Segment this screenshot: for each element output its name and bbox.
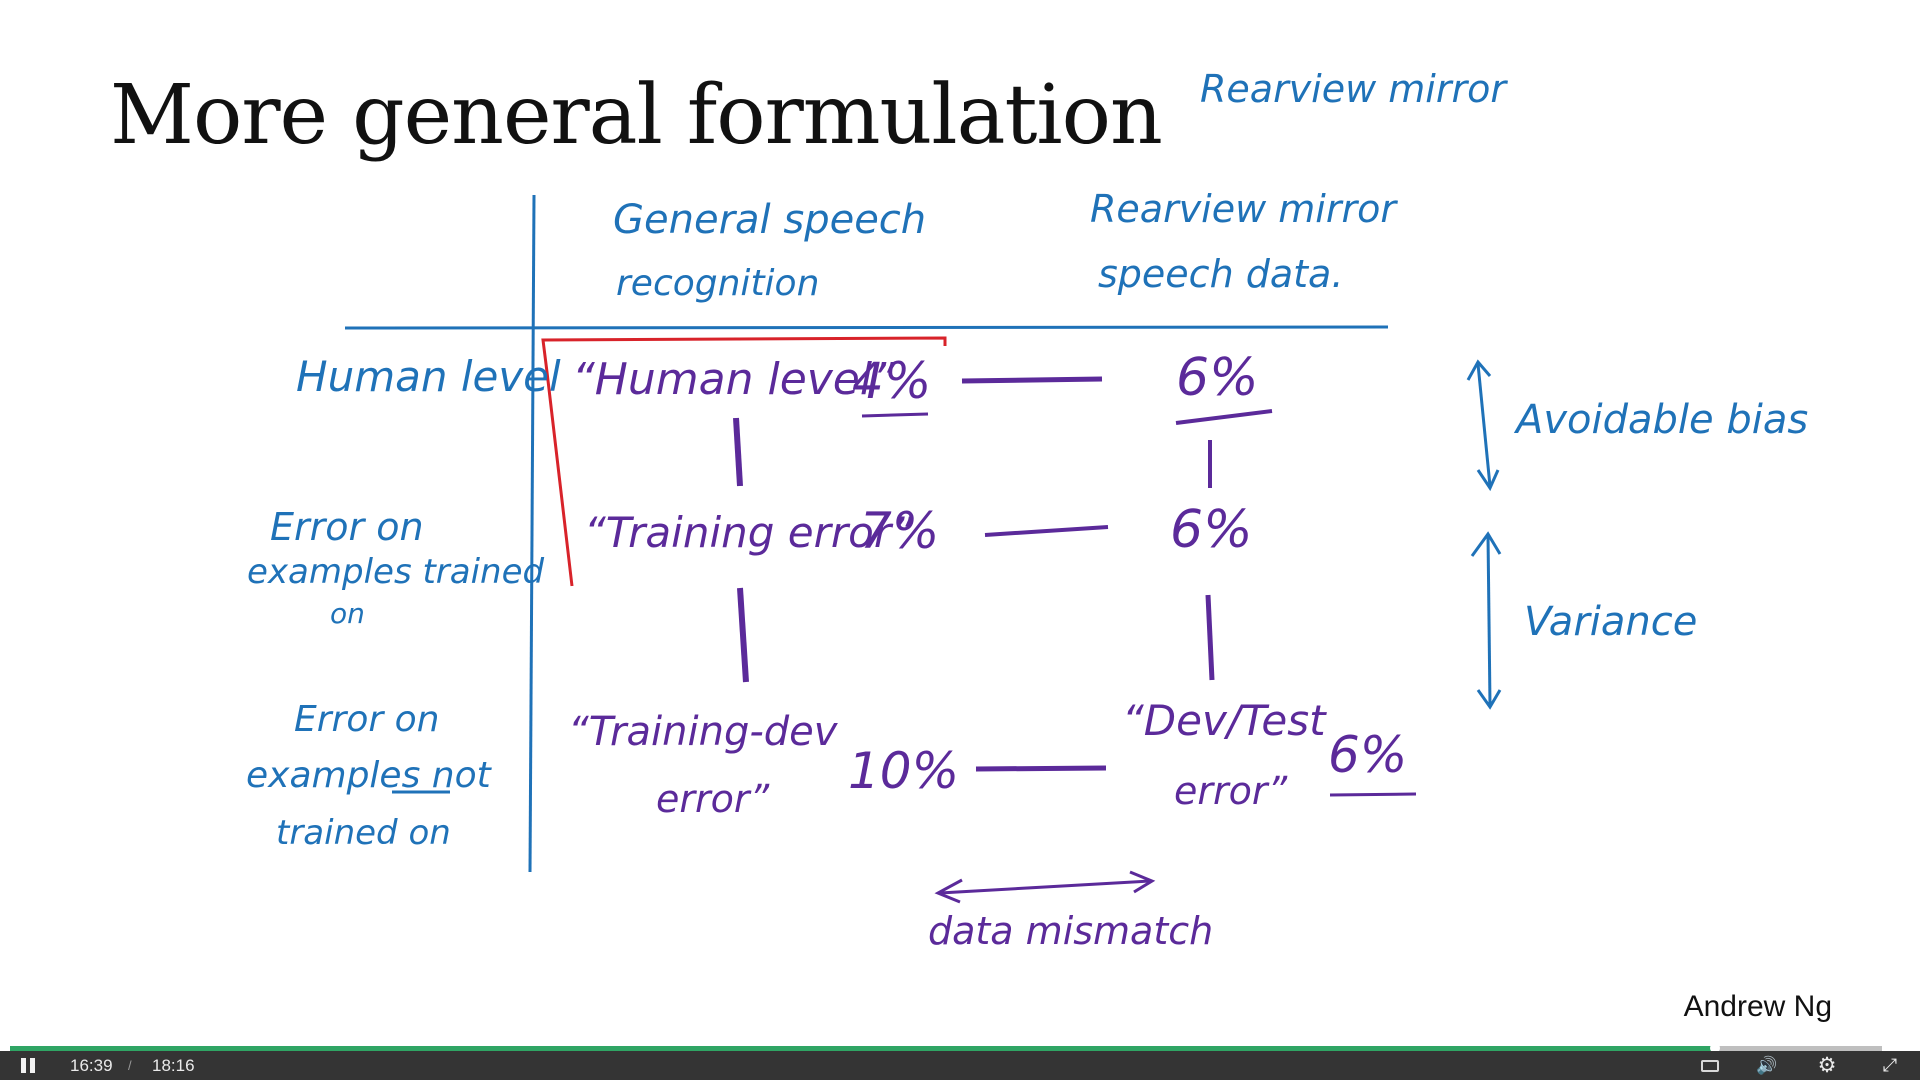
data-mismatch-arrow <box>934 870 1156 904</box>
column-header-rearview-line1: Rearview mirror <box>1090 187 1396 231</box>
label-variance: Variance <box>1524 599 1698 645</box>
rearview-mirror-annotation: Rearview mirror <box>1200 67 1506 111</box>
column-header-general-line2: recognition <box>616 263 820 304</box>
pause-button[interactable] <box>14 1051 42 1080</box>
row-label-trained-line1: Error on <box>270 505 424 549</box>
slide-author: Andrew Ng <box>1683 990 1832 1023</box>
cell-training-error-general: 7% <box>860 502 940 560</box>
volume-button[interactable]: 🔊 <box>1752 1051 1782 1080</box>
cell-dev-test-rearview: 6% <box>1328 726 1408 784</box>
exit-fullscreen-button[interactable]: ⤢ <box>1875 1051 1905 1080</box>
cell-human-level-rearview: 6% <box>1176 348 1259 408</box>
vertical-connector-left-1 <box>733 417 743 487</box>
variance-arrow <box>1470 531 1502 710</box>
exit-fullscreen-icon: ⤢ <box>1882 1055 1898 1075</box>
underline-6pct-top <box>1175 409 1273 425</box>
gear-icon: ⚙ <box>1817 1054 1837 1077</box>
volume-icon: 🔊 <box>1756 1055 1778 1075</box>
row-label-not-trained-line3: trained on <box>276 813 451 853</box>
cell-training-dev-general: 10% <box>848 742 960 800</box>
row-label-trained-line2: examples trained <box>247 552 545 592</box>
video-frame[interactable]: More general formulation Rearview mirror… <box>0 0 1920 1080</box>
label-data-mismatch: data mismatch <box>928 909 1214 953</box>
cell-human-level-general: 4% <box>852 352 932 410</box>
dash-training-error <box>984 525 1109 537</box>
cell-training-error-rearview: 6% <box>1170 500 1253 560</box>
current-time: 16:39 <box>70 1055 113 1075</box>
table-vertical-divider <box>528 194 536 873</box>
cell-dev-test-label-line2: error” <box>1174 769 1288 813</box>
row-label-trained-line3: on <box>330 597 365 630</box>
cell-human-level-label: “Human level” <box>572 354 895 405</box>
vertical-connector-left-2 <box>737 587 749 683</box>
column-header-rearview-line2: speech data. <box>1098 252 1344 296</box>
table-horizontal-divider <box>344 325 1389 330</box>
underline-6pct-devtest <box>1329 792 1417 797</box>
dash-human-level <box>961 376 1103 384</box>
captions-icon <box>1701 1059 1719 1072</box>
label-avoidable-bias: Avoidable bias <box>1516 397 1809 443</box>
total-time: 18:16 <box>152 1055 195 1075</box>
row-label-not-trained-line1: Error on <box>294 699 440 740</box>
row-label-not-trained-line2: examples not <box>246 755 491 796</box>
vertical-connector-right-2 <box>1205 594 1215 681</box>
dash-training-dev <box>975 765 1107 772</box>
captions-button[interactable] <box>1695 1051 1725 1080</box>
cell-training-dev-label-line2: error” <box>656 777 770 821</box>
video-control-bar: 16:39 / 18:16 🔊 ⚙ ⤢ <box>0 1051 1920 1080</box>
cell-training-dev-label-line1: “Training-dev <box>568 709 838 755</box>
row-label-human-level: Human level <box>296 352 561 401</box>
avoidable-bias-arrow <box>1466 359 1500 492</box>
cell-dev-test-label-line1: “Dev/Test <box>1122 696 1326 745</box>
column-header-general-line1: General speech <box>613 197 927 243</box>
underline-4pct <box>861 412 929 418</box>
time-separator: / <box>128 1058 132 1073</box>
settings-button[interactable]: ⚙ <box>1812 1051 1842 1080</box>
pause-icon <box>21 1058 26 1073</box>
